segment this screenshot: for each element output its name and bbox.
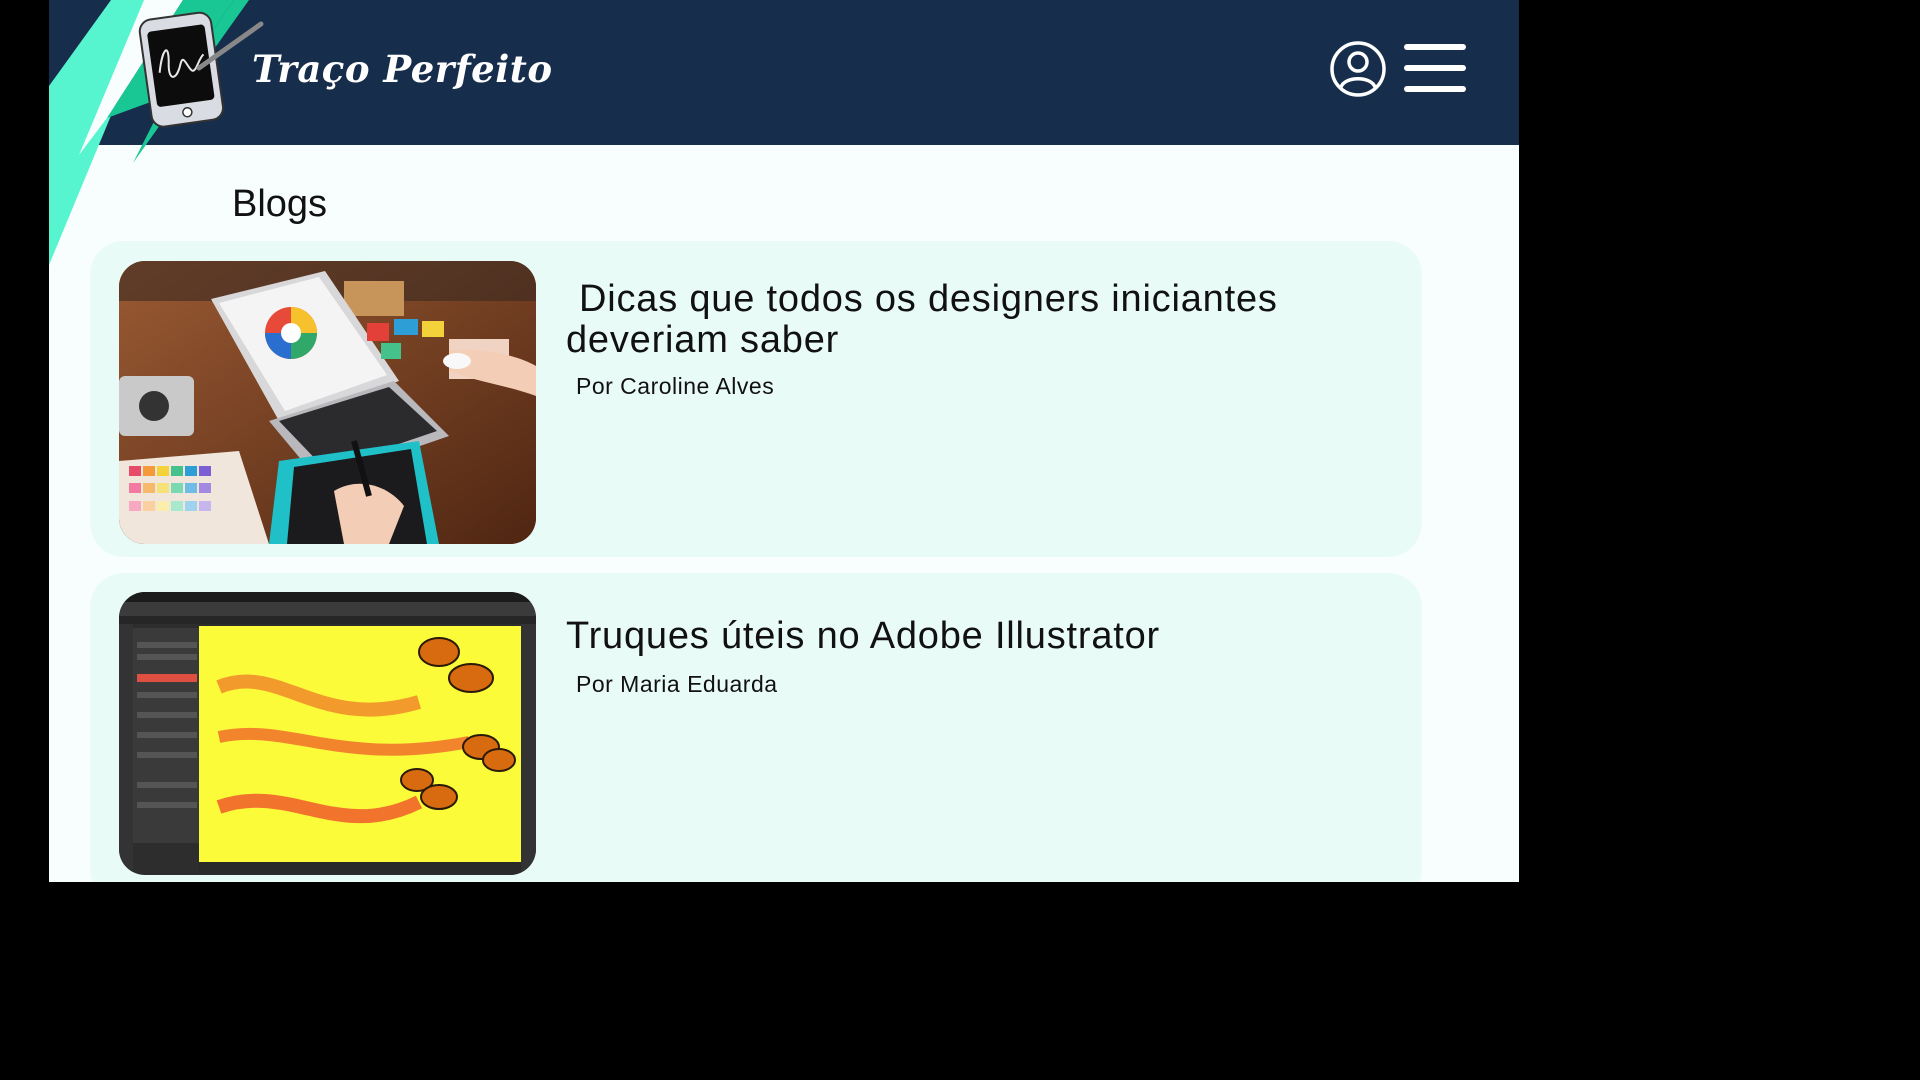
post-title[interactable]: Dicas que todos os designers iniciantes … [566,279,1346,361]
blog-card-illustrator-tricks[interactable]: Truques úteis no Adobe Illustrator Por M… [90,573,1422,882]
illustrator-butterflies-screenshot[interactable] [119,592,536,875]
page: Traço Perfeito Blogs Dicas que todos os … [49,0,1519,882]
blog-card-designer-tips[interactable]: Dicas que todos os designers iniciantes … [90,241,1422,557]
post-author: Por Maria Eduarda [576,671,778,697]
section-title: Blogs [232,183,328,225]
tablet-pen-logo[interactable] [133,4,273,128]
brand-name[interactable]: Traço Perfeito [252,47,553,91]
designer-desk-photo[interactable] [119,261,536,544]
post-author: Por Caroline Alves [576,373,775,399]
user-circle-icon[interactable] [1329,40,1387,98]
hamburger-menu-icon[interactable] [1404,41,1466,95]
post-title[interactable]: Truques úteis no Adobe Illustrator [566,616,1346,657]
